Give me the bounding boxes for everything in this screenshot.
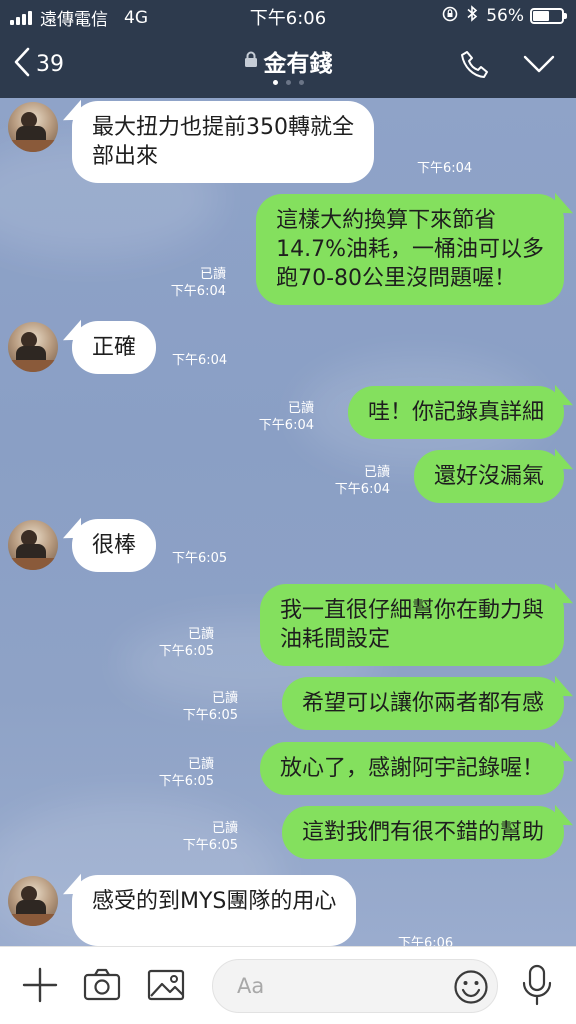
emoji-icon	[453, 970, 489, 1009]
message-text-line: 很棒	[92, 533, 137, 558]
message-input[interactable]	[237, 971, 437, 1001]
plus-icon	[20, 967, 60, 1009]
message-text-line: 油耗間設定	[279, 627, 390, 652]
message-input-box[interactable]	[212, 959, 498, 1013]
read-receipt: 已讀	[199, 267, 226, 282]
message-text-line: 感受的到MYS團隊的用心	[92, 889, 337, 914]
message-text-line: 14.7%油耗，一桶油可以多	[276, 237, 544, 262]
contact-avatar[interactable]	[8, 322, 58, 372]
camera-button[interactable]	[82, 965, 122, 1009]
message-text-line: 最大扭力也提前350轉就全	[92, 115, 354, 140]
add-button[interactable]	[20, 965, 60, 1009]
phone-icon	[458, 51, 492, 86]
read-receipt: 已讀	[187, 627, 214, 642]
bluetooth-icon	[466, 5, 478, 26]
read-receipt: 已讀	[187, 757, 214, 772]
camera-icon	[82, 968, 122, 1009]
message-meta: 已讀 下午6:05	[159, 756, 214, 790]
contact-avatar[interactable]	[8, 520, 58, 570]
message-time: 下午6:05	[182, 708, 238, 723]
read-receipt: 已讀	[211, 821, 238, 836]
menu-button[interactable]	[522, 52, 556, 80]
outgoing-message-bubble[interactable]: 我一直很仔細幫你在動力與 油耗間設定	[259, 584, 564, 666]
read-receipt: 已讀	[363, 465, 390, 480]
message-text-line: 我一直很仔細幫你在動力與	[279, 598, 544, 623]
message-meta: 已讀 下午6:05	[159, 626, 214, 660]
outgoing-message-bubble[interactable]: 希望可以讓你兩者都有感	[281, 677, 564, 730]
message-text-line: 還好沒漏氣	[433, 464, 544, 489]
input-bar	[0, 946, 576, 1024]
incoming-message-bubble[interactable]: 最大扭力也提前350轉就全 部出來	[72, 101, 374, 183]
contact-avatar[interactable]	[8, 102, 58, 152]
message-time: 下午6:05	[158, 644, 214, 659]
message-time: 下午6:04	[170, 284, 226, 299]
message-time: 下午6:06	[398, 936, 454, 946]
microphone-icon	[520, 964, 554, 1011]
image-icon	[146, 969, 186, 1009]
message-text-line: 部出來	[92, 144, 159, 169]
outgoing-message-bubble[interactable]: 哇！你記錄真詳細	[347, 386, 564, 439]
call-button[interactable]	[458, 48, 492, 86]
back-button[interactable]: 39	[12, 46, 64, 82]
message-meta: 已讀 下午6:04	[259, 400, 314, 434]
message-time: 下午6:05	[158, 774, 214, 789]
message-text-line: 這樣大約換算下來節省	[276, 208, 497, 233]
message-time: 下午6:04	[417, 161, 473, 176]
message-meta: 已讀 下午6:04	[171, 266, 226, 300]
read-receipt: 已讀	[287, 401, 314, 416]
chevron-down-icon	[522, 55, 556, 80]
status-bar: 遠傳電信 4G 下午6:06 56%	[0, 0, 576, 32]
message-time: 下午6:04	[334, 482, 390, 497]
message-time: 下午6:04	[172, 353, 228, 368]
message-text-line: 哇！你記錄真詳細	[367, 400, 544, 425]
battery-icon	[530, 7, 567, 24]
orientation-lock-icon	[442, 6, 458, 26]
chat-title: 金有錢	[263, 51, 333, 77]
chat-area[interactable]: 最大扭力也提前350轉就全 部出來 下午6:04 已讀 下午6:04 這樣大約換…	[0, 98, 576, 946]
read-receipt: 已讀	[211, 691, 238, 706]
image-button[interactable]	[146, 965, 186, 1009]
outgoing-message-bubble[interactable]: 放心了，感謝阿宇記錄喔！	[259, 742, 564, 795]
message-meta: 已讀 下午6:05	[183, 820, 238, 854]
unread-count: 39	[36, 51, 64, 77]
incoming-message-bubble[interactable]: 很棒	[72, 519, 157, 572]
outgoing-message-bubble[interactable]: 還好沒漏氣	[413, 450, 564, 503]
emoji-button[interactable]	[453, 969, 489, 1009]
outgoing-message-bubble[interactable]: 這樣大約換算下來節省 14.7%油耗，一桶油可以多 跑70-80公里沒問題喔！	[256, 194, 564, 305]
incoming-message-bubble[interactable]: 正確	[72, 321, 157, 374]
message-time: 下午6:05	[182, 838, 238, 853]
message-time: 下午6:05	[172, 551, 228, 566]
battery-percent: 56%	[486, 5, 524, 26]
message-text-line: 跑70-80公里沒問題喔！	[276, 266, 517, 291]
message-meta: 已讀 下午6:05	[183, 690, 238, 724]
incoming-message-bubble[interactable]: 感受的到MYS團隊的用心	[72, 875, 357, 946]
outgoing-message-bubble[interactable]: 這對我們有很不錯的幫助	[281, 806, 564, 859]
message-text-line: 放心了，感謝阿宇記錄喔！	[279, 756, 544, 781]
contact-avatar[interactable]	[8, 876, 58, 926]
message-text-line: 正確	[92, 335, 137, 360]
message-time: 下午6:04	[258, 418, 314, 433]
message-meta: 已讀 下午6:04	[335, 464, 390, 498]
voice-button[interactable]	[520, 963, 554, 1011]
lock-icon	[244, 51, 258, 72]
message-text-line: 希望可以讓你兩者都有感	[301, 691, 544, 716]
top-bar: 遠傳電信 4G 下午6:06 56% 39 金有錢	[0, 0, 576, 98]
chevron-left-icon	[12, 46, 32, 82]
message-text-line: 這對我們有很不錯的幫助	[301, 820, 544, 845]
chat-header: 39 金有錢	[0, 36, 576, 98]
